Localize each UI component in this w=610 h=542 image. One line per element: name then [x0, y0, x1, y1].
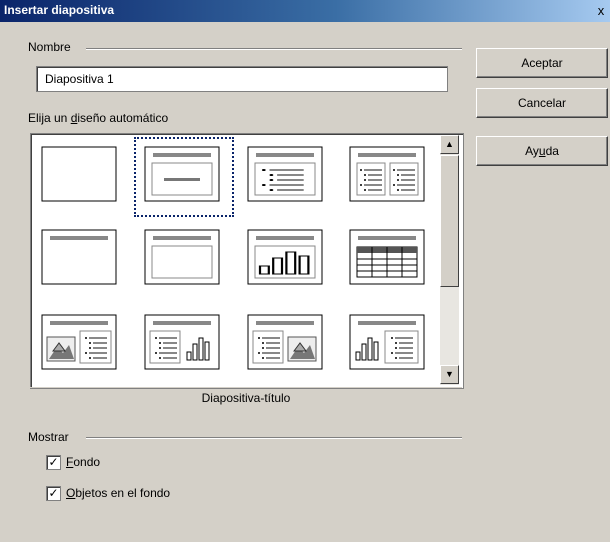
accept-button[interactable]: Aceptar: [476, 48, 608, 78]
selected-layout-outline: [134, 137, 234, 217]
layout-label: Elija un diseño automático: [28, 111, 169, 125]
close-button[interactable]: x: [593, 3, 609, 18]
scroll-down-button[interactable]: ▼: [440, 365, 459, 384]
title-bar: Insertar diapositiva x: [0, 0, 610, 22]
slide-name-input[interactable]: Diapositiva 1: [36, 66, 448, 92]
fondo-label: Fondo: [66, 455, 101, 469]
layout-list[interactable]: [30, 133, 464, 389]
cancel-button[interactable]: Cancelar: [476, 88, 608, 118]
nombre-label: Nombre: [28, 40, 71, 54]
slide-name-value: Diapositiva 1: [45, 72, 114, 86]
window-title: Insertar diapositiva: [4, 3, 115, 17]
objetos-fondo-checkbox[interactable]: ✓: [46, 486, 61, 501]
objetos-fondo-label: Objetos en el fondo: [66, 486, 171, 500]
layout-scrollbar[interactable]: ▲ ▼: [440, 135, 459, 385]
nombre-divider: [86, 48, 462, 50]
scroll-up-button[interactable]: ▲: [440, 135, 459, 154]
help-button[interactable]: Ayuda: [476, 136, 608, 166]
fondo-checkbox[interactable]: ✓: [46, 455, 61, 470]
mostrar-divider: [86, 437, 462, 439]
scroll-thumb[interactable]: [440, 155, 459, 287]
selected-layout-name: Diapositiva-título: [30, 387, 462, 408]
mostrar-label: Mostrar: [28, 430, 69, 444]
